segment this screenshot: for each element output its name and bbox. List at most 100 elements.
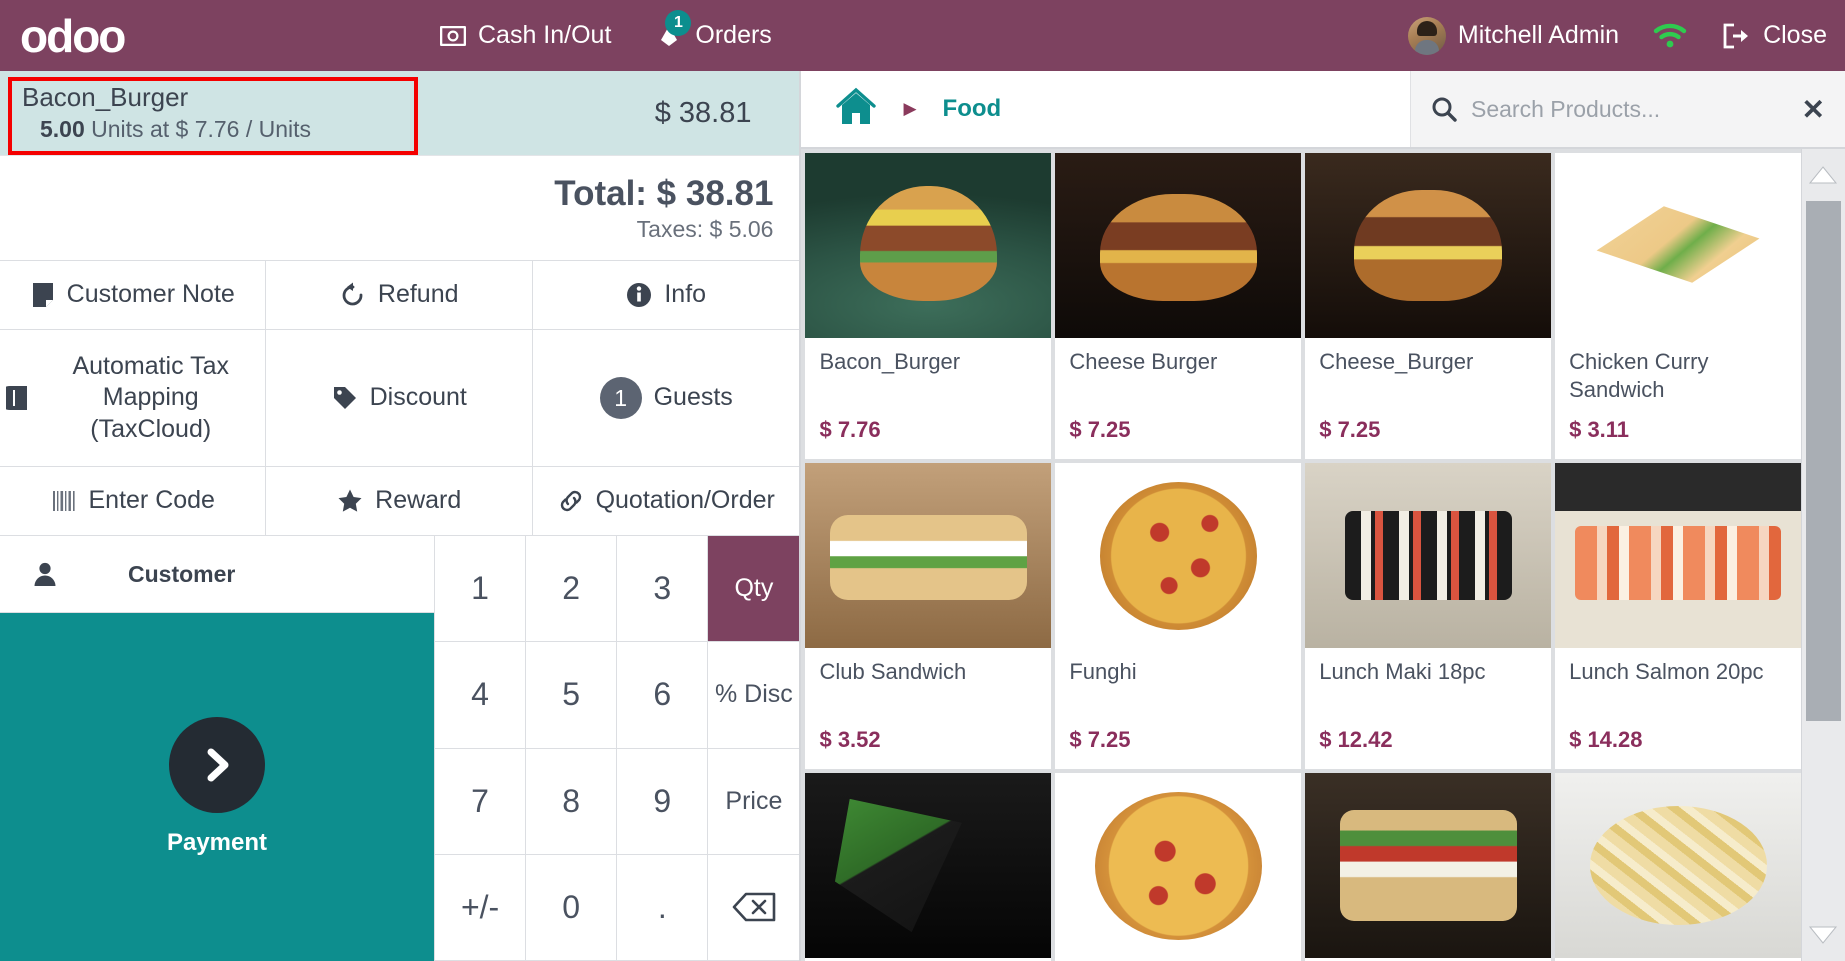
product-card[interactable]: Lunch Salmon 20pc $ 14.28 [1555,463,1801,769]
numpad-key-8[interactable]: 8 [526,748,618,855]
orderline-qty: 5.00 [40,115,85,142]
product-grid: Bacon_Burger $ 7.76 Cheese Burger $ 7.25 [801,149,1801,961]
numpad-mode-qty[interactable]: Qty [708,536,800,643]
discount-button[interactable]: Discount [266,330,533,466]
scrollbar-track[interactable] [1802,201,1845,909]
scroll-up-button[interactable] [1808,149,1838,201]
product-card[interactable]: Lunch Maki 18pc $ 12.42 [1305,463,1552,769]
customer-note-label: Customer Note [66,280,235,309]
book-icon [6,385,30,411]
product-card[interactable]: Pasta 4 formaggi [1555,773,1801,961]
bottom-controls: Customer Payment 1 2 3 Qty 4 5 6 % Disc … [0,536,800,961]
order-totals: Total: $ 38.81 Taxes: $ 5.06 [0,155,800,260]
orderline-bacon-burger[interactable]: Bacon_Burger 5.00 Units at $ 7.76 / Unit… [0,71,800,155]
product-price: $ 7.25 [1069,727,1131,752]
customer-note-button[interactable]: Customer Note [0,261,267,329]
guests-label: Guests [653,383,733,412]
scroll-down-button[interactable] [1808,909,1838,961]
product-card[interactable]: Chicken Curry Sandwich $ 3.11 [1555,153,1801,459]
product-image [1055,463,1302,648]
product-image [1305,773,1552,958]
product-image [805,773,1052,958]
numpad-key-1[interactable]: 1 [435,536,527,643]
payment-label: Payment [166,829,268,856]
order-total: Total: $ 38.81 [554,173,774,213]
scrollbar-thumb[interactable] [1805,201,1841,721]
enter-code-button[interactable]: Enter Code [0,467,267,535]
product-name: Club Sandwich [819,659,967,684]
top-bar: odoo Cash In/Out 1 Orders Mitchell Admin [0,0,1845,71]
person-icon [32,561,58,587]
breadcrumb-category-food[interactable]: Food [943,95,1002,123]
numpad-key-decimal[interactable]: . [617,854,709,961]
barcode-icon [51,489,77,513]
refund-icon [340,282,366,308]
home-icon[interactable] [835,87,877,132]
logout-icon [1721,23,1751,49]
odoo-logo: odoo [20,9,126,62]
numpad-key-5[interactable]: 5 [526,642,618,749]
orderline-details: 5.00 Units at $ 7.76 / Units [22,116,655,143]
numpad-key-9[interactable]: 9 [617,748,709,855]
product-name: Bacon_Burger [819,349,961,374]
orders-button[interactable]: 1 Orders [655,10,772,50]
product-card[interactable]: Cheese_Burger $ 7.25 [1305,153,1552,459]
product-card[interactable]: Lunch Temaki mix [805,773,1052,961]
product-card[interactable]: Bacon_Burger $ 7.76 [805,153,1052,459]
numpad-key-3[interactable]: 3 [617,536,709,643]
product-price: $ 3.11 [1569,417,1630,442]
breadcrumb-caret-icon: ▶ [903,99,917,118]
user-menu-button[interactable]: Mitchell Admin [1407,16,1619,55]
reward-button[interactable]: Reward [266,467,533,535]
numpad-key-6[interactable]: 6 [617,642,709,749]
product-card[interactable]: Funghi $ 7.25 [1055,463,1302,769]
cash-in-out-button[interactable]: Cash In/Out [440,21,611,50]
product-name: Cheese Burger [1069,349,1218,374]
quotation-order-button[interactable]: Quotation/Order [533,467,799,535]
guests-button[interactable]: 1 Guests [533,330,799,466]
product-name: Cheese_Burger [1319,349,1474,374]
star-icon [337,488,363,514]
product-image [1055,773,1302,958]
search-input[interactable] [1471,95,1788,123]
numpad-key-sign[interactable]: +/- [435,854,527,961]
product-body: Cheese_Burger $ 7.25 [1305,338,1551,459]
action-pad: Customer Note Refund Info Automatic Tax … [0,260,800,536]
numpad-key-4[interactable]: 4 [435,642,527,749]
product-card[interactable]: Margherita [1055,773,1302,961]
automatic-tax-mapping-button[interactable]: Automatic Tax Mapping (TaxCloud) [0,330,267,466]
numpad-key-7[interactable]: 7 [435,748,527,855]
product-image [1555,463,1801,648]
close-button[interactable]: Close [1721,21,1827,50]
order-panel: Bacon_Burger 5.00 Units at $ 7.76 / Unit… [0,71,802,961]
product-body: Cheese Burger $ 7.25 [1055,338,1301,459]
refund-button[interactable]: Refund [266,261,533,329]
product-card[interactable]: Cheese Burger $ 7.25 [1055,153,1302,459]
orderline-unit-price: Units at $ 7.76 / Units [84,115,312,142]
numpad-key-backspace[interactable] [708,854,800,961]
product-card[interactable]: Club Sandwich $ 3.52 [805,463,1052,769]
product-body: Club Sandwich $ 3.52 [805,648,1051,769]
numpad-key-2[interactable]: 2 [526,536,618,643]
customer-button[interactable]: Customer [0,536,434,613]
cash-icon [440,25,466,46]
wifi-icon[interactable] [1653,23,1687,49]
action-row-3: Enter Code Reward Quotation/Order [0,467,800,536]
products-scrollbar[interactable] [1800,149,1845,961]
note-icon [31,282,55,308]
product-price: $ 7.25 [1069,417,1131,442]
product-body: Funghi $ 7.25 [1055,648,1301,769]
numpad-key-0[interactable]: 0 [526,854,618,961]
product-price: $ 3.52 [819,727,881,752]
top-nav: Cash In/Out 1 Orders [440,10,772,50]
product-name: Lunch Maki 18pc [1319,659,1486,684]
info-button[interactable]: Info [533,261,799,329]
product-card[interactable]: Mozzarella [1305,773,1552,961]
numpad-mode-discount[interactable]: % Disc [708,642,800,749]
payment-button[interactable]: Payment [0,613,434,961]
automatic-tax-label: Automatic Tax Mapping (TaxCloud) [72,352,230,443]
orderline-price: $ 38.81 [654,96,752,129]
numpad-mode-price[interactable]: Price [708,748,800,855]
product-name: Lunch Salmon 20pc [1569,659,1764,684]
close-icon[interactable]: ✕ [1802,93,1825,126]
